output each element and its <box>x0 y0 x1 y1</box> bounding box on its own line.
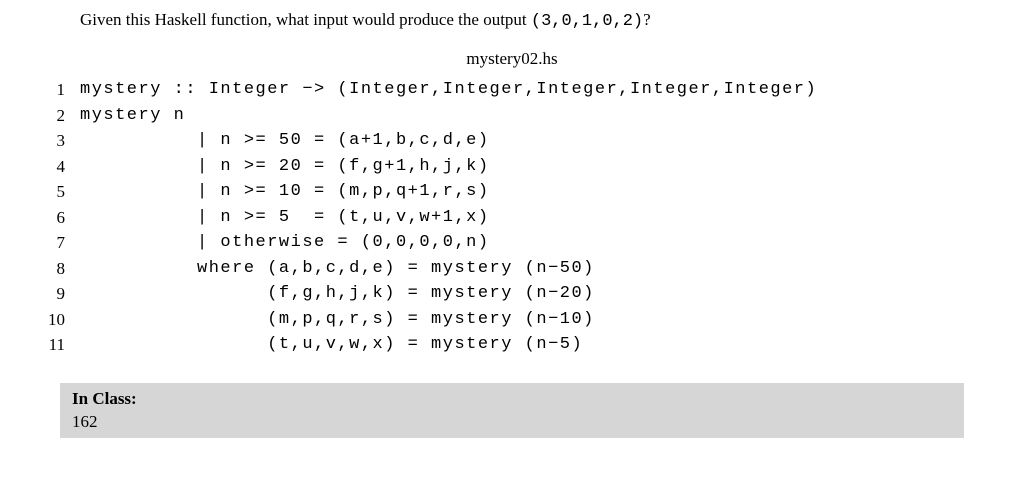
code-line: (t,u,v,w,x) = mystery (n−5) <box>80 332 817 358</box>
code-line: | otherwise = (0,0,0,0,n) <box>80 230 817 256</box>
line-number: 10 <box>30 307 65 333</box>
line-number: 9 <box>30 281 65 307</box>
line-number: 4 <box>30 154 65 180</box>
question-prefix: Given this Haskell function, what input … <box>80 10 531 29</box>
question-text: Given this Haskell function, what input … <box>80 10 944 31</box>
code-line: (f,g,h,j,k) = mystery (n−20) <box>80 281 817 307</box>
line-number: 8 <box>30 256 65 282</box>
code-line: | n >= 10 = (m,p,q+1,r,s) <box>80 179 817 205</box>
code-line: (m,p,q,r,s) = mystery (n−10) <box>80 307 817 333</box>
code-content: mystery :: Integer −> (Integer,Integer,I… <box>80 77 817 358</box>
code-line: where (a,b,c,d,e) = mystery (n−50) <box>80 256 817 282</box>
line-numbers-gutter: 1 2 3 4 5 6 7 8 9 10 11 <box>30 77 80 358</box>
in-class-label: In Class: <box>72 389 952 409</box>
code-line: | n >= 50 = (a+1,b,c,d,e) <box>80 128 817 154</box>
line-number: 5 <box>30 179 65 205</box>
line-number: 3 <box>30 128 65 154</box>
code-line: mystery n <box>80 103 817 129</box>
line-number: 6 <box>30 205 65 231</box>
question-suffix: ? <box>643 10 651 29</box>
code-filename: mystery02.hs <box>80 49 944 69</box>
code-block: 1 2 3 4 5 6 7 8 9 10 11 mystery :: Integ… <box>30 77 944 358</box>
in-class-box: In Class: 162 <box>60 383 964 438</box>
code-line: mystery :: Integer −> (Integer,Integer,I… <box>80 77 817 103</box>
question-output-value: (3,0,1,0,2) <box>531 12 643 31</box>
line-number: 11 <box>30 332 65 358</box>
line-number: 2 <box>30 103 65 129</box>
code-line: | n >= 5 = (t,u,v,w+1,x) <box>80 205 817 231</box>
code-line: | n >= 20 = (f,g+1,h,j,k) <box>80 154 817 180</box>
line-number: 7 <box>30 230 65 256</box>
in-class-value: 162 <box>72 412 952 432</box>
line-number: 1 <box>30 77 65 103</box>
